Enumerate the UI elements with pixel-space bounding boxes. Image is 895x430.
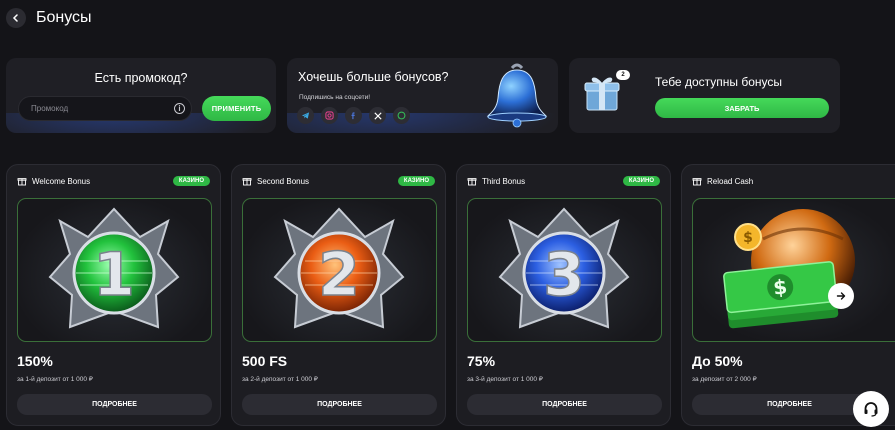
card-title: Welcome Bonus: [32, 176, 91, 186]
bell-icon: [486, 63, 548, 128]
bonus-description: за 2-й депозит от 1 000 ₽: [242, 376, 318, 383]
page-header: Бонусы: [6, 8, 92, 28]
chevron-left-icon: [12, 14, 18, 22]
bonus-card-welcome[interactable]: Welcome Bonus КАЗИНО 1 150% за 1-й депоз…: [6, 164, 221, 426]
medal-3-icon: 3: [498, 207, 630, 329]
social-panel: Хочешь больше бонусов? Подпишись на соцс…: [287, 58, 558, 133]
x-icon[interactable]: [369, 107, 386, 124]
card-title: Third Bonus: [482, 176, 526, 186]
gift-small-icon: [467, 178, 477, 186]
card-image: 1: [17, 198, 212, 342]
available-bonuses-panel: 2 Тебе доступны бонусы ЗАБРАТЬ: [569, 58, 840, 133]
svg-text:2: 2: [318, 240, 360, 310]
facebook-icon[interactable]: [345, 107, 362, 124]
gift-small-icon: [692, 178, 702, 186]
bonus-card-third[interactable]: Third Bonus КАЗИНО 3 75% за 3-й депозит …: [456, 164, 671, 426]
svg-text:$: $: [743, 230, 753, 246]
support-button[interactable]: [853, 391, 889, 427]
bonus-value: 75%: [467, 353, 496, 369]
card-image: $ $: [692, 198, 895, 342]
card-image: 2: [242, 198, 437, 342]
casino-badge: КАЗИНО: [397, 176, 435, 186]
telegram-icon[interactable]: [297, 107, 314, 124]
bonus-value: 500 FS: [242, 353, 288, 369]
bonus-card-reload[interactable]: Reload Cash $ $ До 50% за депозит от 2 0…: [681, 164, 895, 426]
card-title: Reload Cash: [707, 176, 754, 186]
details-button[interactable]: ПОДРОБНЕЕ: [467, 394, 662, 415]
social-title: Хочешь больше бонусов?: [298, 70, 449, 84]
medal-1-icon: 1: [48, 207, 180, 329]
bonus-description: за депозит от 2 000 ₽: [692, 376, 757, 383]
bonus-value: 150%: [17, 353, 53, 369]
instagram-icon[interactable]: [321, 107, 338, 124]
casino-badge: КАЗИНО: [172, 176, 210, 186]
apply-button[interactable]: ПРИМЕНИТЬ: [202, 96, 271, 121]
available-title: Тебе доступны бонусы: [655, 75, 782, 89]
svg-text:3: 3: [543, 240, 585, 310]
bonus-description: за 1-й депозит от 1 000 ₽: [17, 376, 93, 383]
bonus-count-badge: 2: [616, 70, 630, 80]
details-button[interactable]: ПОДРОБНЕЕ: [17, 394, 212, 415]
social-subtitle: Подпишись на соцсети!: [299, 94, 371, 101]
bonus-description: за 3-й депозит от 1 000 ₽: [467, 376, 543, 383]
info-icon[interactable]: i: [174, 103, 185, 114]
casino-badge: КАЗИНО: [622, 176, 660, 186]
promo-title: Есть промокод?: [94, 71, 188, 85]
next-slide-button[interactable]: [828, 283, 854, 309]
card-title: Second Bonus: [257, 176, 310, 186]
svg-text:$: $: [772, 274, 788, 299]
cash-icon: $ $: [723, 209, 855, 329]
claim-button[interactable]: ЗАБРАТЬ: [655, 98, 829, 118]
page-title: Бонусы: [36, 9, 92, 26]
gift-small-icon: [17, 178, 27, 186]
promo-panel: Есть промокод? i ПРИМЕНИТЬ: [6, 58, 276, 133]
arrow-right-icon: [836, 292, 846, 300]
bonus-value: До 50%: [692, 353, 743, 369]
gift-small-icon: [242, 178, 252, 186]
medal-2-icon: 2: [273, 207, 405, 329]
whatsapp-icon[interactable]: [393, 107, 410, 124]
details-button[interactable]: ПОДРОБНЕЕ: [242, 394, 437, 415]
back-button[interactable]: [6, 8, 26, 28]
promo-input[interactable]: [18, 96, 192, 121]
svg-text:1: 1: [93, 240, 135, 310]
bonus-card-second[interactable]: Second Bonus КАЗИНО 2 500 FS за 2-й депо…: [231, 164, 446, 426]
card-image: 3: [467, 198, 662, 342]
headset-icon: [864, 402, 878, 417]
